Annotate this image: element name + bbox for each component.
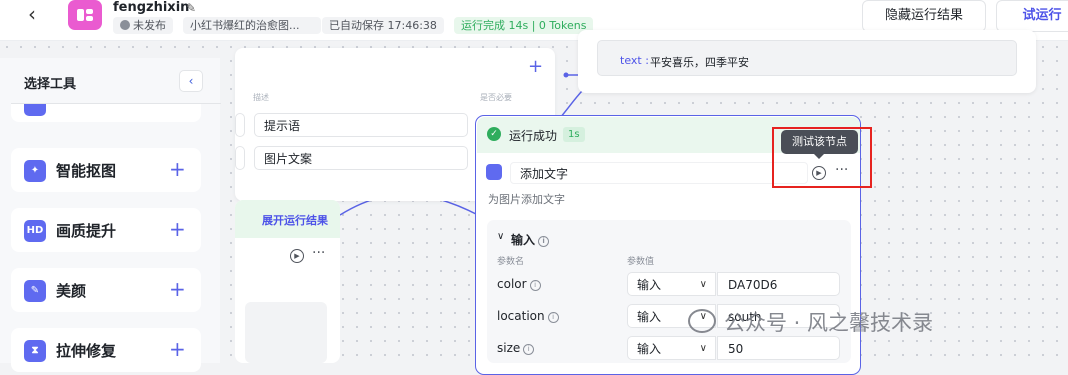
param-name: location i [497, 309, 559, 323]
hide-results-button[interactable]: 隐藏运行结果 [862, 0, 986, 32]
add-icon[interactable]: + [169, 277, 186, 301]
tool-item-label: 智能抠图 [56, 162, 117, 180]
param-name-text: color [497, 277, 527, 291]
tool-item-label: 拉伸修复 [56, 342, 117, 360]
param-name-text: size [497, 341, 521, 355]
run-status-badge: 运行完成 14s | 0 Tokens [454, 17, 594, 34]
duration-badge: 1s [563, 127, 585, 142]
param-value-input[interactable]: DA70D6 [717, 272, 840, 296]
add-icon[interactable]: + [169, 217, 186, 241]
back-arrow-icon[interactable]: ‹ [28, 4, 48, 24]
tool-item-label: 美颜 [56, 282, 87, 300]
autosave-status: 已自动保存 17:46:38 [322, 17, 444, 34]
column-header-required: 是否必要 [480, 93, 512, 102]
node-type-icon [486, 164, 502, 180]
test-run-button[interactable]: 试运行 [996, 0, 1068, 32]
cutout-icon: ✦ [24, 160, 46, 182]
tool-item-beauty[interactable]: ✎ 美颜 + [11, 268, 201, 312]
info-icon: i [523, 344, 535, 355]
play-icon[interactable]: ▶ [290, 249, 304, 263]
param-name-cell[interactable] [235, 113, 245, 137]
status-dot-icon [120, 20, 130, 30]
input-section-title[interactable]: 输入 i [511, 231, 550, 248]
column-header-param-value: 参数值 [627, 257, 655, 267]
watermark-text: 公众号 · 风之馨技术录 [724, 311, 934, 335]
publish-status-text: 未发布 [133, 19, 166, 32]
beauty-icon: ✎ [24, 280, 46, 302]
collapse-panel-button[interactable]: ‹ [179, 70, 203, 92]
column-header-desc: 描述 [253, 93, 269, 102]
app-description: 小红书爆红的治愈图... [183, 17, 321, 34]
add-icon[interactable]: + [169, 157, 186, 181]
node-description: 为图片添加文字 [488, 193, 565, 206]
param-mode-text: 输入 [637, 342, 662, 356]
run-success-text: 运行成功 [509, 129, 558, 143]
param-name-text: location [497, 309, 545, 323]
node-inner-panel [245, 302, 327, 363]
param-desc-input[interactable]: 图片文案 [254, 146, 468, 170]
app-icon [68, 0, 102, 30]
tool-icon [24, 104, 46, 116]
wechat-icon [688, 309, 716, 333]
hd-icon: HD [24, 220, 46, 242]
tool-item-label: 画质提升 [56, 222, 117, 240]
publish-status-badge: 未发布 [113, 17, 173, 34]
info-icon: i [529, 280, 541, 291]
divider [11, 103, 221, 104]
param-desc-input[interactable]: 提示语 [254, 113, 468, 137]
chevron-down-icon: ∨ [699, 343, 707, 354]
param-mode-text: 输入 [637, 310, 662, 324]
param-mode-select[interactable]: 输入 ∨ [627, 272, 716, 296]
param-name-cell[interactable] [235, 146, 245, 170]
info-icon: i [538, 236, 550, 247]
expand-results-link[interactable]: 展开运行结果 [262, 212, 328, 228]
input-title-text: 输入 [511, 233, 536, 247]
chevron-down-icon[interactable]: ∨ [497, 231, 504, 242]
tool-item-cutout[interactable]: ✦ 智能抠图 + [11, 148, 201, 192]
text-output-value: 平安喜乐，四季平安 [650, 56, 749, 69]
add-icon[interactable]: + [169, 337, 186, 361]
text-output-key: text : [620, 54, 649, 67]
param-mode-text: 输入 [637, 278, 662, 292]
more-icon[interactable]: ··· [312, 245, 325, 261]
watermark: 公众号 · 风之馨技术录 [688, 307, 933, 337]
add-param-icon[interactable]: + [528, 56, 543, 77]
check-circle-icon: ✓ [487, 127, 501, 141]
tool-panel-title: 选择工具 [24, 77, 77, 92]
node-name: 添加文字 [520, 167, 569, 181]
stretch-icon: ⧗ [24, 340, 46, 362]
column-header-param-name: 参数名 [497, 257, 525, 267]
param-name: size i [497, 341, 535, 355]
info-icon: i [547, 312, 559, 323]
highlight-box [772, 127, 872, 188]
chevron-down-icon: ∨ [699, 279, 707, 290]
tool-card-partial[interactable] [11, 104, 201, 122]
param-name: color i [497, 277, 541, 291]
tool-item-quality[interactable]: HD 画质提升 + [11, 208, 201, 252]
tool-item-stretch[interactable]: ⧗ 拉伸修复 + [11, 328, 201, 372]
param-mode-select[interactable]: 输入 ∨ [627, 336, 716, 360]
edit-icon[interactable]: ✎ [186, 1, 196, 15]
app-name: fengzhixin [113, 0, 190, 15]
param-value-input[interactable]: 50 [717, 336, 840, 360]
